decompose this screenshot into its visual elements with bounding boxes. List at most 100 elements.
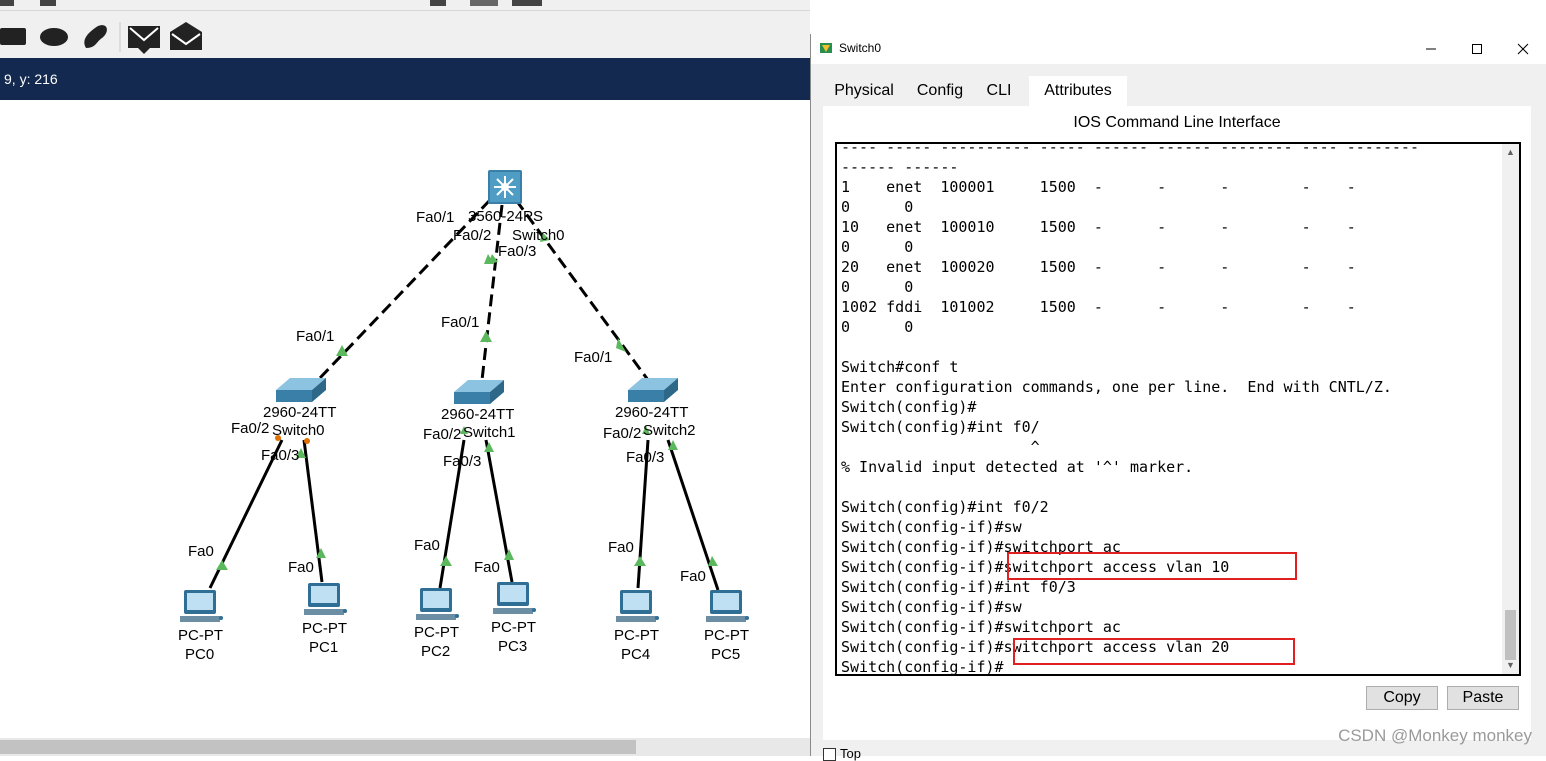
topology-canvas[interactable]: Fa0/1 3560-24PS Fa0/2 Switch0 Fa0/3 Fa0/… — [0, 100, 810, 756]
pc0-model-label: PC-PT — [178, 627, 223, 644]
tab-cli[interactable]: CLI — [976, 76, 1022, 108]
toolbar-icon-partial[interactable] — [430, 0, 446, 6]
pc0-port-label: Fa0 — [188, 543, 214, 560]
pc0-name-label: PC0 — [185, 646, 214, 663]
copy-button[interactable]: Copy — [1366, 686, 1438, 710]
add-complex-pdu-icon[interactable] — [170, 22, 202, 50]
scroll-down-arrow-icon[interactable]: ▼ — [1502, 657, 1519, 674]
highlight-vlan10-command — [1007, 552, 1297, 580]
sw1-fa0-3-label: Fa0/3 — [443, 453, 481, 470]
cli-line: 0 0 — [841, 238, 914, 256]
close-button[interactable] — [1500, 34, 1546, 64]
top-checkbox-label: Top — [840, 746, 861, 761]
pc2-name-label: PC2 — [421, 643, 450, 660]
rectangle-tool-icon[interactable] — [0, 28, 26, 45]
minimize-button[interactable] — [1408, 34, 1454, 64]
toolbar-icon-partial[interactable] — [470, 0, 498, 6]
tab-physical[interactable]: Physical — [823, 76, 905, 106]
core-port-fa0-2-label: Fa0/2 — [453, 227, 491, 244]
pc1-icon[interactable] — [304, 583, 347, 615]
pc5-icon[interactable] — [706, 590, 749, 622]
workspace-horizontal-scrollbar[interactable] — [0, 738, 810, 756]
maximize-button[interactable] — [1454, 34, 1500, 64]
coordinates-bar: 9, y: 216 — [0, 58, 810, 100]
sw1-model-label: 2960-24TT — [441, 406, 514, 423]
toolbar-icon-partial[interactable] — [512, 0, 542, 6]
cli-line: 20 enet 100020 1500 - - - - - — [841, 258, 1356, 276]
pc2-icon[interactable] — [416, 588, 459, 620]
top-checkbox[interactable]: Top — [823, 746, 861, 761]
cli-output[interactable]: ---- ----- ---------- ----- ------ -----… — [841, 142, 1419, 674]
csdn-watermark: CSDN @Monkey monkey — [1338, 726, 1532, 745]
tab-config[interactable]: Config — [911, 76, 969, 106]
sw2-fa0-3-label: Fa0/3 — [626, 449, 664, 466]
pc1-port-label: Fa0 — [288, 559, 314, 576]
maximize-icon — [1472, 44, 1482, 54]
pc3-name-label: PC3 — [498, 638, 527, 655]
pc1-model-label: PC-PT — [302, 620, 347, 637]
coordinates-readout: 9, y: 216 — [4, 71, 58, 87]
cli-line: Switch(config-if)#int f0/3 — [841, 578, 1076, 596]
sw1-uplink-label: Fa0/1 — [441, 314, 479, 331]
pc2-port-label: Fa0 — [414, 537, 440, 554]
pc0-icon[interactable] — [180, 590, 223, 622]
pc3-icon[interactable] — [493, 582, 536, 614]
cli-line: Enter configuration commands, one per li… — [841, 378, 1392, 396]
add-simple-pdu-icon[interactable] — [128, 26, 160, 54]
cli-scrollbar-thumb[interactable] — [1505, 610, 1516, 660]
sw0-name-label: Switch0 — [272, 422, 325, 439]
cli-line: Switch(config)#int f0/ — [841, 418, 1040, 436]
highlight-vlan20-command — [1013, 638, 1295, 665]
pc4-icon[interactable] — [616, 590, 659, 622]
freeform-tool-icon[interactable] — [84, 25, 107, 48]
tab-attributes[interactable]: Attributes — [1029, 76, 1127, 106]
cli-line: Switch(config-if)#sw — [841, 518, 1022, 536]
cli-panel: IOS Command Line Interface ---- ----- --… — [823, 106, 1531, 740]
checkbox-box[interactable] — [823, 748, 836, 761]
device-dialog: Switch0 Physical Config CLI Attributes I… — [810, 34, 1546, 761]
pc3-port-label: Fa0 — [474, 559, 500, 576]
cli-vertical-scrollbar[interactable]: ▲ ▼ — [1502, 144, 1519, 674]
cli-line: Switch(config)# — [841, 398, 977, 416]
minimize-icon — [1426, 48, 1436, 50]
cli-line: 0 0 — [841, 198, 914, 216]
sw0-model-label: 2960-24TT — [263, 404, 336, 421]
pc1-name-label: PC1 — [309, 639, 338, 656]
close-icon — [1517, 43, 1529, 55]
sw2-name-label: Switch2 — [643, 422, 696, 439]
pc3-model-label: PC-PT — [491, 619, 536, 636]
cli-line — [841, 477, 1419, 497]
cli-line: ---- ----- ---------- ----- ------ -----… — [841, 142, 1419, 156]
cli-line: ^ — [841, 438, 1040, 456]
pc4-model-label: PC-PT — [614, 627, 659, 644]
access-switch-0-icon[interactable] — [276, 378, 326, 402]
cli-terminal[interactable]: ---- ----- ---------- ----- ------ -----… — [835, 142, 1521, 676]
pc4-port-label: Fa0 — [608, 539, 634, 556]
pc5-name-label: PC5 — [711, 646, 740, 663]
cli-line: ------ ------ — [841, 158, 959, 176]
cli-line: Switch(config)#int f0/2 — [841, 498, 1049, 516]
scrollbar-thumb[interactable] — [0, 740, 636, 754]
toolbar-icons — [0, 0, 542, 54]
access-switch-2-icon[interactable] — [628, 378, 678, 402]
core-model-label: 3560-24PS — [468, 208, 543, 225]
sw2-model-label: 2960-24TT — [615, 404, 688, 421]
sw0-fa0-2-label: Fa0/2 — [231, 420, 269, 437]
cli-line: Switch#conf t — [841, 358, 959, 376]
access-switch-1-icon[interactable] — [454, 380, 504, 404]
sw0-fa0-3-label: Fa0/3 — [261, 447, 299, 464]
logical-workspace[interactable]: Fa0/1 3560-24PS Fa0/2 Switch0 Fa0/3 Fa0/… — [0, 100, 810, 756]
cli-line: Switch(config-if)#sw — [841, 598, 1022, 616]
cli-line: % Invalid input detected at '^' marker. — [841, 458, 1194, 476]
core-switch-icon[interactable] — [488, 170, 522, 204]
ellipse-tool-icon[interactable] — [40, 28, 68, 46]
cli-line: 0 0 — [841, 318, 914, 336]
paste-button[interactable]: Paste — [1447, 686, 1519, 710]
toolbar-icon-partial[interactable] — [0, 0, 14, 6]
dialog-titlebar[interactable]: Switch0 — [811, 34, 1546, 64]
toolbar-icon-partial[interactable] — [40, 0, 56, 6]
scroll-up-arrow-icon[interactable]: ▲ — [1502, 144, 1519, 161]
core-port-fa0-1-label: Fa0/1 — [416, 209, 454, 226]
pc4-name-label: PC4 — [621, 646, 650, 663]
cli-panel-title: IOS Command Line Interface — [1073, 114, 1281, 131]
